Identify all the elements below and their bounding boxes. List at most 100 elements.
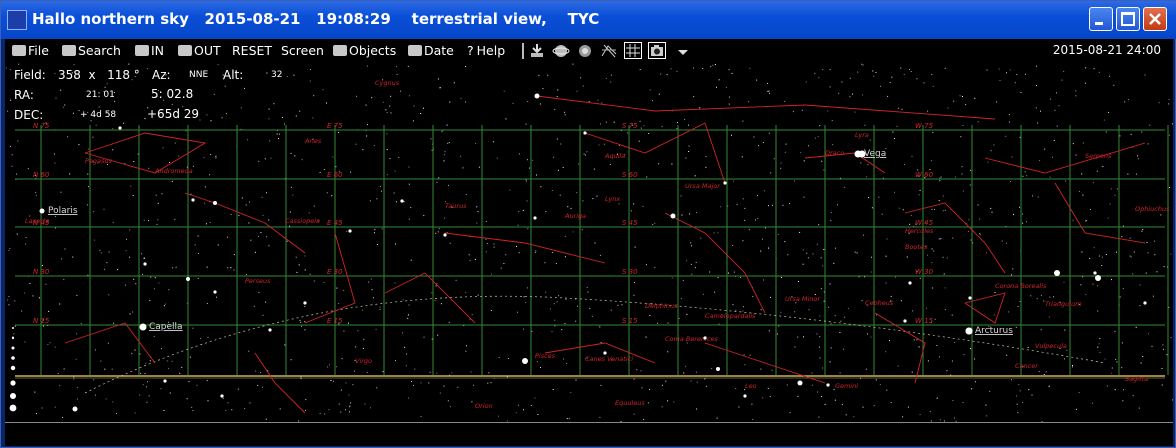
menu-reset[interactable]: RESET [232, 43, 272, 58]
background-star [460, 155, 462, 157]
background-star [340, 389, 342, 391]
background-star [21, 310, 23, 312]
sky-view[interactable]: N 75 E 75 S 75 W 75 N 60 E 60 S 60 W 60 N 45 E 45… [5, 63, 1173, 422]
background-star [586, 286, 588, 288]
status-bar [5, 422, 1173, 446]
background-star [487, 243, 489, 245]
background-star [661, 384, 663, 386]
background-star [171, 180, 173, 182]
background-star [891, 76, 893, 78]
background-star [293, 74, 295, 76]
background-star [1111, 279, 1112, 281]
deep-sky-tool-button[interactable] [576, 42, 594, 59]
background-star [1139, 284, 1141, 286]
background-star [363, 338, 365, 340]
background-star [1082, 194, 1084, 196]
background-star [857, 71, 859, 73]
menu-file[interactable]: File [12, 43, 49, 58]
background-star [929, 411, 931, 412]
background-star [382, 371, 384, 373]
constellation-label: Lynx [605, 195, 620, 203]
constellation-label: Perseus [245, 277, 271, 285]
background-star [1141, 230, 1143, 232]
background-star [892, 131, 894, 133]
background-star [149, 300, 151, 301]
background-star [643, 125, 645, 127]
background-star [872, 70, 874, 72]
background-star [197, 235, 199, 237]
stars-icon [333, 45, 347, 56]
menu-zoom-in[interactable]: IN [135, 43, 164, 58]
background-star [161, 348, 162, 350]
menu-search[interactable]: Search [62, 43, 121, 58]
background-star [255, 370, 257, 372]
menu-objects[interactable]: Objects [333, 43, 396, 58]
background-star [435, 232, 437, 234]
background-star [485, 251, 487, 253]
background-star [1024, 171, 1026, 173]
planet-tool-button[interactable] [552, 42, 570, 59]
background-star [157, 219, 159, 221]
background-star [442, 130, 444, 132]
background-star [1114, 389, 1116, 391]
background-star [143, 257, 145, 259]
background-star [154, 277, 156, 279]
background-star [323, 282, 325, 283]
menu-zoom-out[interactable]: OUT [178, 43, 221, 58]
datetime-display: 2015-08-21 24:00 [1052, 43, 1161, 57]
background-star [665, 380, 667, 382]
maximize-button[interactable] [1116, 7, 1140, 31]
menu-screen[interactable]: Screen [281, 43, 324, 58]
background-star [587, 291, 589, 293]
background-star [712, 64, 714, 66]
background-star [690, 242, 692, 244]
background-star [1009, 69, 1011, 71]
constellation-label: Taurus [445, 202, 467, 210]
close-button[interactable] [1143, 7, 1167, 31]
background-star [526, 200, 528, 202]
background-star [437, 231, 439, 233]
background-star [647, 402, 649, 404]
background-star [970, 239, 972, 241]
background-star [93, 379, 95, 381]
background-star [35, 413, 37, 414]
bright-star [303, 301, 307, 305]
background-star [770, 296, 771, 298]
background-star [932, 85, 934, 87]
more-tools-dropdown[interactable] [674, 42, 692, 59]
background-star [217, 64, 219, 66]
app-icon [7, 10, 27, 30]
background-star [594, 242, 596, 244]
az-label: Az: [152, 68, 171, 82]
background-star [227, 236, 228, 238]
constellation-label: Aquila [604, 152, 625, 160]
title-bar[interactable]: Hallo northern sky 2015-08-21 19:08:29 t… [1, 1, 1176, 39]
background-star [576, 192, 578, 194]
background-star [1085, 67, 1087, 69]
background-star [493, 243, 495, 245]
minimize-button[interactable] [1089, 7, 1113, 31]
camera-tool-button[interactable] [648, 42, 666, 59]
background-star [851, 93, 853, 95]
constellation-label: Pisces [535, 352, 556, 360]
bright-star [826, 383, 830, 387]
background-star [1132, 395, 1134, 397]
background-star [744, 364, 746, 366]
menu-help[interactable]: ? Help [467, 43, 505, 58]
constellation-tool-button[interactable] [600, 42, 618, 59]
menu-date[interactable]: Date [408, 43, 454, 58]
background-star [145, 362, 147, 364]
download-tool-button[interactable] [528, 42, 546, 59]
background-star [1011, 156, 1013, 158]
constellation-label: Leo [745, 382, 757, 390]
magnitude-legend-dot [10, 380, 16, 386]
background-star [469, 259, 471, 261]
background-star [45, 283, 47, 285]
background-star [1031, 394, 1033, 396]
background-star [395, 201, 397, 203]
background-star [475, 143, 477, 144]
field-label: Field: [14, 68, 46, 82]
background-star [820, 396, 822, 397]
grid-tool-button[interactable] [624, 42, 642, 59]
background-star [60, 89, 62, 91]
